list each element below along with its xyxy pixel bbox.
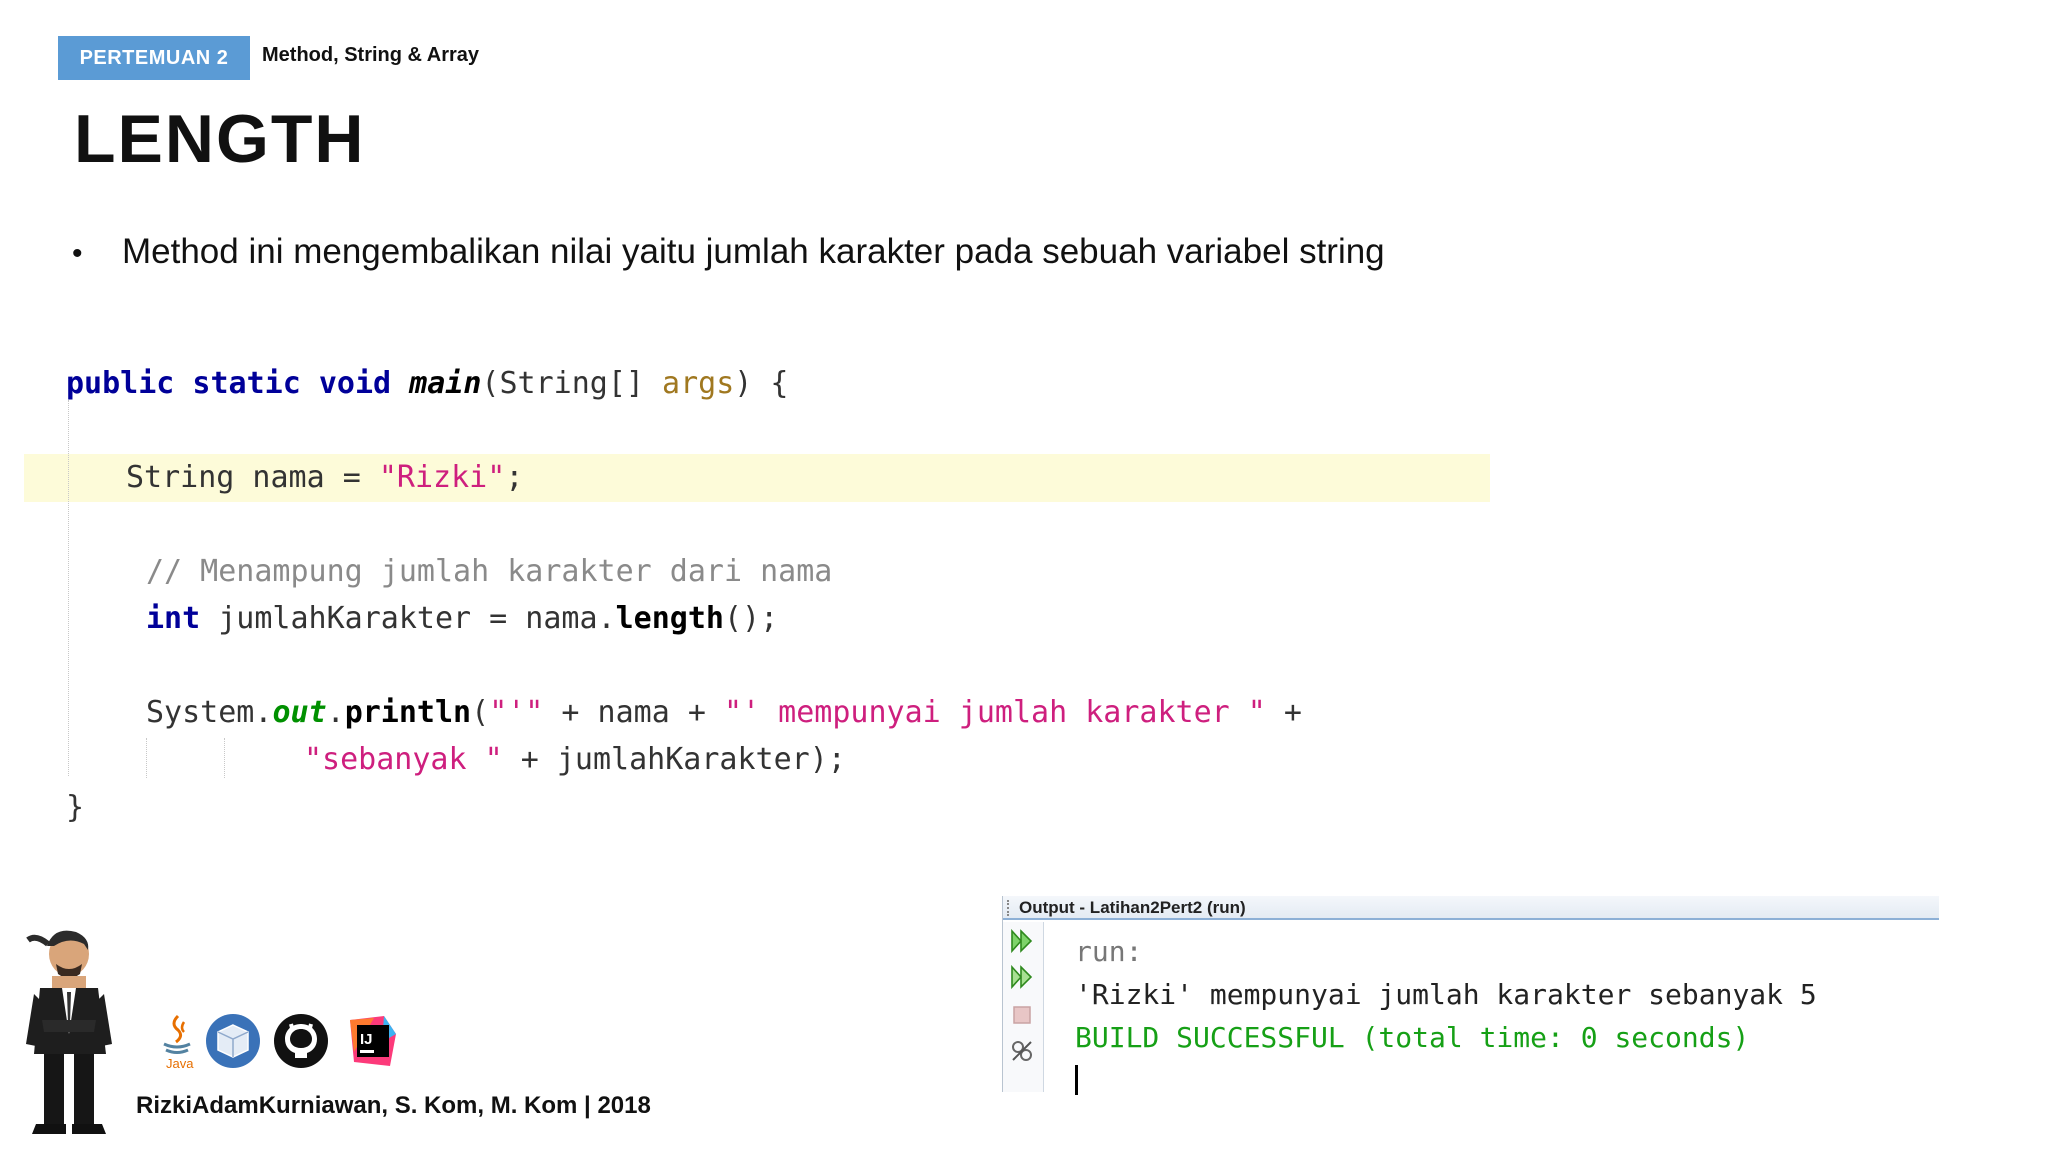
indent-guide — [224, 738, 225, 778]
rerun-with-options-icon[interactable] — [1009, 964, 1035, 990]
code-comment: // Menampung jumlah karakter dari nama — [146, 554, 833, 589]
code-line-4: int jumlahKarakter = nama.length(); — [146, 601, 779, 636]
slide-title: LENGTH — [74, 101, 366, 177]
svg-text:Java: Java — [166, 1056, 194, 1070]
settings-icon[interactable] — [1009, 1038, 1035, 1064]
bullet-item: • Method ini mengembalikan nilai yaitu j… — [72, 232, 1385, 272]
author-credit: RizkiAdamKurniawan, S. Kom, M. Kom | 201… — [136, 1092, 651, 1119]
output-line: 'Rizki' mempunyai jumlah karakter sebany… — [1075, 978, 1817, 1011]
output-panel-header: Output - Latihan2Pert2 (run) — [1003, 896, 1939, 920]
indent-guide — [146, 738, 147, 778]
code-line-1: public static void main(String[] args) { — [66, 366, 789, 401]
stop-icon[interactable] — [1009, 1002, 1035, 1028]
code-line-2: String nama = "Rizki"; — [126, 460, 524, 495]
output-line: run: — [1075, 935, 1143, 968]
bullet-dot-icon: • — [72, 237, 83, 270]
code-line-6: "sebanyak " + jumlahKarakter); — [304, 742, 846, 777]
text-cursor — [1075, 1065, 1078, 1095]
svg-text:IJ: IJ — [360, 1031, 373, 1048]
lesson-subject: Method, String & Array — [262, 44, 480, 66]
output-toolbar — [1003, 922, 1044, 1092]
code-block: public static void main(String[] args) {… — [24, 352, 1490, 832]
virtualbox-logo-icon — [204, 1012, 262, 1070]
rerun-icon[interactable] — [1009, 928, 1035, 954]
intellij-logo-icon: IJ — [344, 1012, 402, 1070]
lesson-badge: PERTEMUAN 2 — [58, 36, 250, 80]
bullet-text: Method ini mengembalikan nilai yaitu jum… — [122, 232, 1385, 271]
output-panel: Output - Latihan2Pert2 (run) run: 'Rizki… — [1002, 896, 1939, 1095]
presenter-avatar-icon — [26, 930, 112, 1134]
output-panel-title: Output - Latihan2Pert2 (run) — [1019, 898, 1246, 917]
java-logo-icon: Java — [148, 1012, 206, 1071]
indent-guide — [68, 400, 69, 776]
output-line: BUILD SUCCESSFUL (total time: 0 seconds) — [1075, 1021, 1750, 1054]
code-line-5: System.out.println("'" + nama + "' mempu… — [146, 695, 1302, 730]
output-console: run: 'Rizki' mempunyai jumlah karakter s… — [1075, 930, 1817, 1095]
github-logo-icon — [272, 1012, 330, 1070]
drag-handle-icon[interactable] — [1007, 900, 1011, 916]
code-line-7: } — [66, 790, 85, 825]
